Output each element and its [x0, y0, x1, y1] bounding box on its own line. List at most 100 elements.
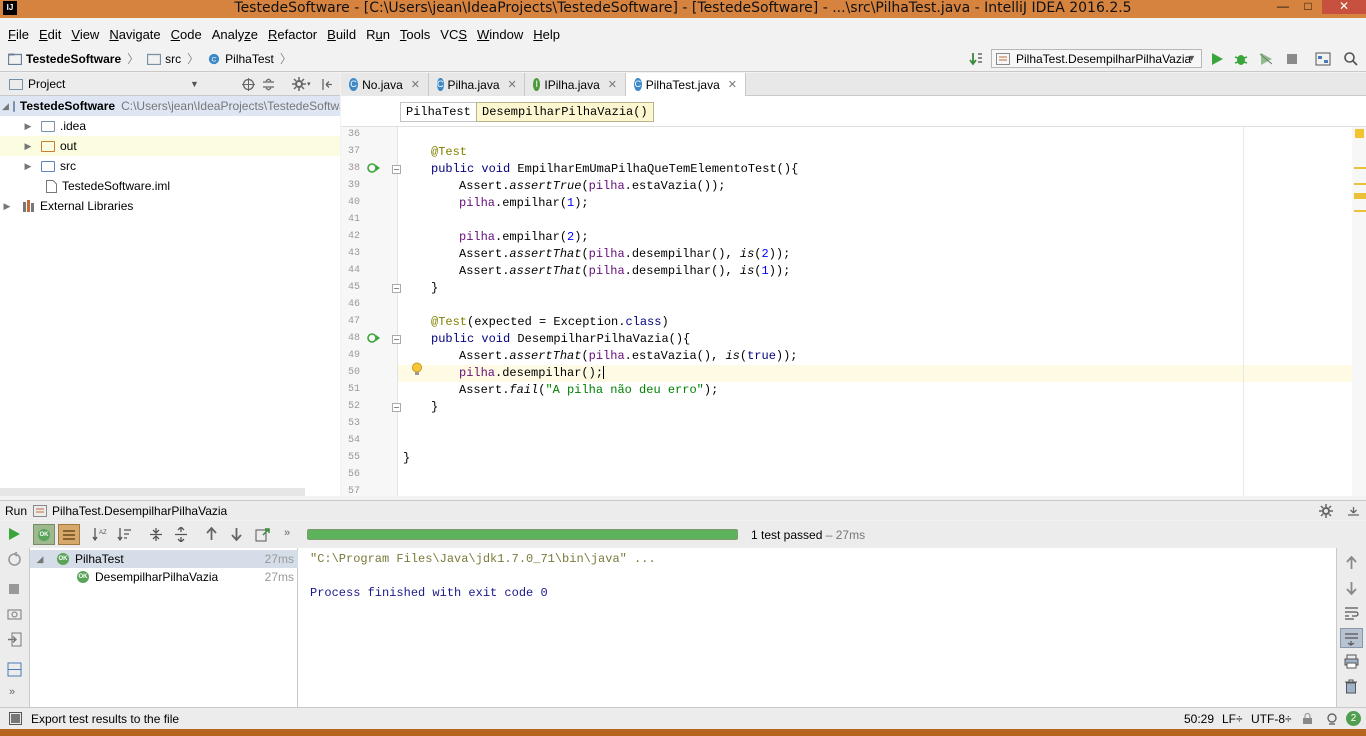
maximize-button[interactable]: □ — [1295, 0, 1321, 14]
close-button[interactable]: ✕ — [1322, 0, 1366, 14]
breadcrumb-file[interactable]: C PilhaTest 〉 — [207, 50, 292, 67]
tool-windows-icon[interactable] — [9, 712, 22, 725]
menu-run[interactable]: Run — [362, 27, 394, 42]
run-test-gutter-icon[interactable] — [367, 162, 381, 174]
menu-tools[interactable]: Tools — [396, 27, 434, 42]
run-panel-label[interactable]: Run — [5, 504, 27, 518]
project-structure-icon[interactable] — [1315, 51, 1331, 67]
menu-help[interactable]: Help — [529, 27, 564, 42]
menu-navigate[interactable]: Navigate — [105, 27, 164, 42]
view-dropdown-icon[interactable]: ▼ — [190, 79, 199, 89]
tree-item-iml[interactable]: TestedeSoftware.iml — [0, 176, 340, 196]
menu-build[interactable]: Build — [323, 27, 360, 42]
fold-icon[interactable] — [392, 335, 401, 344]
warning-marker[interactable] — [1354, 183, 1366, 185]
build-down-arrow-icon[interactable] — [968, 51, 984, 67]
scroll-down-icon[interactable] — [1345, 581, 1358, 595]
tree-item-root[interactable]: ◢ TestedeSoftware C:\Users\jean\IdeaProj… — [0, 96, 340, 116]
collapsed-arrow-icon[interactable]: ▶ — [23, 161, 33, 172]
rerun-icon[interactable] — [7, 527, 21, 541]
scroll-up-icon[interactable] — [1345, 556, 1358, 570]
code-editor[interactable]: 36 37 38 39 40 41 42 43 44 45 46 47 48 4… — [341, 127, 1366, 496]
run-config-name[interactable]: PilhaTest.DesempilharPilhaVazia — [52, 504, 227, 518]
debug-icon[interactable] — [1233, 51, 1249, 67]
event-log-badge[interactable]: 2 — [1346, 711, 1361, 726]
warning-marker[interactable] — [1354, 167, 1366, 169]
breadcrumb-src[interactable]: src 〉 — [147, 50, 199, 67]
lightbulb-icon[interactable] — [411, 362, 423, 377]
line-separator[interactable]: LF÷ — [1222, 712, 1243, 726]
expanded-arrow-icon[interactable]: ◢ — [35, 554, 45, 565]
tree-item-out[interactable]: ▶ out — [0, 136, 340, 156]
fold-icon[interactable] — [392, 284, 401, 293]
collapse-all-icon[interactable] — [174, 527, 188, 542]
tab-no-java[interactable]: C No.java ✕ — [341, 73, 429, 96]
coverage-icon[interactable] — [1258, 51, 1274, 67]
menu-file[interactable]: File — [4, 27, 33, 42]
warning-marker[interactable] — [1354, 193, 1366, 199]
breadcrumb-class[interactable]: PilhaTest — [400, 102, 477, 122]
tree-item-idea[interactable]: ▶ .idea — [0, 116, 340, 136]
inspection-status-icon[interactable] — [1355, 129, 1364, 138]
console-output[interactable]: "C:\Program Files\Java\jdk1.7.0_71\bin\j… — [298, 548, 1336, 707]
hide-panel-icon[interactable] — [320, 78, 333, 91]
stop-icon[interactable] — [7, 582, 21, 596]
tab-ipilha-java[interactable]: I IPilha.java ✕ — [525, 73, 626, 96]
caret-position[interactable]: 50:29 — [1184, 712, 1214, 726]
more-actions-icon[interactable]: » — [9, 686, 15, 698]
more-actions-icon[interactable]: » — [284, 527, 290, 539]
close-tab-icon[interactable]: ✕ — [608, 78, 617, 91]
scroll-to-end-toggle[interactable] — [1340, 628, 1363, 648]
close-tab-icon[interactable]: ✕ — [411, 78, 420, 91]
run-icon[interactable] — [1209, 51, 1225, 67]
warning-marker[interactable] — [1354, 210, 1366, 212]
menu-window[interactable]: Window — [473, 27, 527, 42]
scroll-from-source-icon[interactable] — [242, 77, 255, 91]
lock-icon[interactable] — [1302, 713, 1313, 725]
run-configuration-select[interactable]: PilhaTest.DesempilharPilhaVazia ▼ — [991, 49, 1202, 68]
close-tab-icon[interactable]: ✕ — [728, 78, 737, 91]
collapsed-arrow-icon[interactable]: ▶ — [23, 141, 33, 152]
fold-icon[interactable] — [392, 165, 401, 174]
file-encoding[interactable]: UTF-8÷ — [1251, 712, 1292, 726]
stop-icon[interactable] — [1284, 51, 1300, 67]
gear-dropdown-icon[interactable]: ▾ — [307, 80, 311, 88]
inspector-icon[interactable] — [1325, 712, 1339, 726]
previous-failed-test-icon[interactable] — [205, 527, 218, 541]
search-everywhere-icon[interactable] — [1343, 51, 1359, 67]
rerun-failed-icon[interactable] — [7, 552, 22, 567]
minimize-button[interactable]: — — [1270, 0, 1296, 14]
horizontal-scrollbar[interactable] — [0, 488, 305, 496]
menu-view[interactable]: View — [67, 27, 103, 42]
breadcrumb-project[interactable]: TestedeSoftware 〉 — [8, 50, 139, 67]
layout-icon[interactable] — [7, 662, 22, 677]
menu-edit[interactable]: Edit — [35, 27, 65, 42]
test-tree-row-pilhatest[interactable]: ◢ OK PilhaTest 27ms — [30, 550, 298, 568]
collapsed-arrow-icon[interactable]: ▶ — [23, 121, 33, 132]
show-passed-toggle[interactable]: OK — [33, 524, 55, 545]
sort-by-duration-icon[interactable] — [117, 527, 132, 542]
menu-vcs[interactable]: VCS — [436, 27, 471, 42]
print-icon[interactable] — [1344, 654, 1359, 669]
sort-alphabetically-icon[interactable]: AZ — [92, 527, 107, 542]
hide-panel-icon[interactable] — [1347, 504, 1360, 517]
show-ignored-toggle[interactable] — [58, 524, 80, 545]
menu-refactor[interactable]: Refactor — [264, 27, 321, 42]
camera-icon[interactable] — [7, 606, 22, 621]
import-test-results-icon[interactable] — [7, 632, 22, 647]
expand-all-icon[interactable] — [149, 527, 163, 542]
export-test-results-icon[interactable] — [255, 526, 270, 542]
tab-pilhatest-java[interactable]: C PilhaTest.java ✕ — [626, 73, 746, 96]
breadcrumb-method[interactable]: DesempilharPilhaVazia() — [476, 102, 654, 122]
project-panel-title[interactable]: Project — [28, 77, 65, 91]
tree-item-src[interactable]: ▶ src — [0, 156, 340, 176]
fold-icon[interactable] — [392, 403, 401, 412]
soft-wrap-icon[interactable] — [1344, 606, 1359, 620]
settings-gear-icon[interactable] — [292, 77, 306, 91]
tree-item-external-libraries[interactable]: ▶ External Libraries — [0, 196, 340, 216]
menu-code[interactable]: Code — [167, 27, 206, 42]
run-test-gutter-icon[interactable] — [367, 332, 381, 344]
settings-gear-icon[interactable] — [1319, 504, 1333, 518]
expanded-arrow-icon[interactable]: ◢ — [2, 101, 9, 112]
tab-pilha-java[interactable]: C Pilha.java ✕ — [429, 73, 525, 96]
